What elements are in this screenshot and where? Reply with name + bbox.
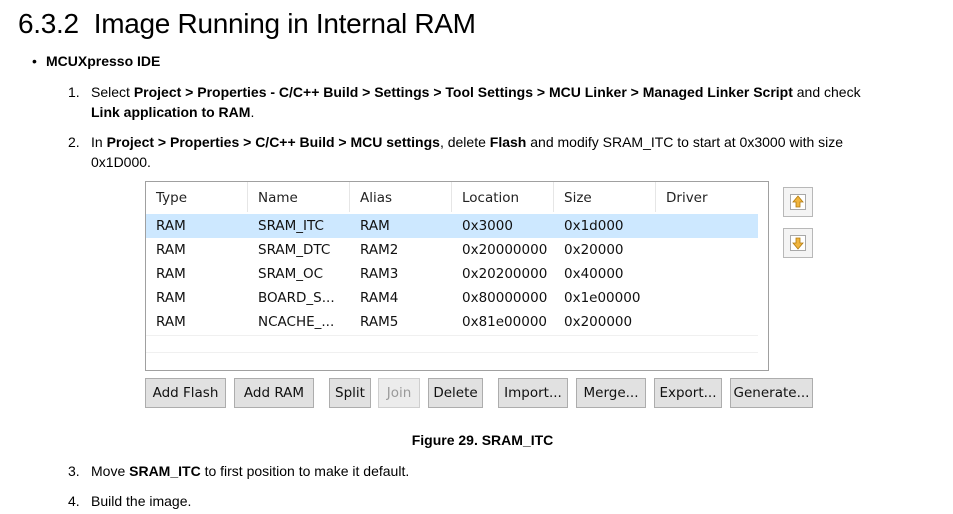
cell-type: RAM bbox=[156, 314, 186, 330]
section-title: Image Running in Internal RAM bbox=[93, 8, 476, 39]
cell-name: SRAM_DTC bbox=[258, 242, 331, 258]
menu-path: Project > Properties > C/C++ Build > MCU… bbox=[106, 134, 440, 150]
table-row[interactable]: RAM SRAM_DTC RAM2 0x20000000 0x20000 bbox=[146, 238, 758, 262]
cell-type: RAM bbox=[156, 242, 186, 258]
option-name: Flash bbox=[489, 134, 527, 150]
merge-button[interactable]: Merge... bbox=[576, 378, 646, 408]
option-name: Link application to RAM bbox=[91, 104, 251, 120]
cell-alias: RAM4 bbox=[360, 290, 399, 306]
column-header-size[interactable]: Size bbox=[564, 190, 592, 206]
step-number: 3. bbox=[68, 463, 80, 479]
step-text-part: Build the image. bbox=[91, 493, 192, 509]
cell-alias: RAM2 bbox=[360, 242, 399, 258]
step-number: 2. bbox=[68, 134, 80, 150]
column-divider[interactable] bbox=[553, 182, 554, 212]
column-divider[interactable] bbox=[655, 182, 656, 212]
move-up-icon bbox=[790, 194, 806, 210]
step-text-part: , delete bbox=[439, 134, 490, 150]
step-text-part: In bbox=[91, 134, 107, 150]
step-2: 2. In Project > Properties > C/C++ Build… bbox=[68, 132, 888, 172]
bullet-item: • MCUXpresso IDE bbox=[32, 53, 160, 69]
table-row[interactable]: RAM SRAM_OC RAM3 0x20200000 0x40000 bbox=[146, 262, 758, 286]
cell-location: 0x20200000 bbox=[462, 266, 548, 282]
table-scrollbar[interactable] bbox=[760, 182, 768, 368]
step-3: 3. Move SRAM_ITC to first position to ma… bbox=[68, 461, 888, 481]
cell-type: RAM bbox=[156, 266, 186, 282]
step-number: 1. bbox=[68, 84, 80, 100]
cell-size: 0x200000 bbox=[564, 314, 633, 330]
figure-caption: Figure 29. SRAM_ITC bbox=[411, 432, 554, 448]
section-heading: 6.3.2 Image Running in Internal RAM bbox=[18, 8, 476, 40]
cell-type: RAM bbox=[156, 290, 186, 306]
cell-type: RAM bbox=[156, 218, 186, 234]
table-header: Type Name Alias Location Size Driver bbox=[146, 182, 768, 212]
cell-location: 0x20000000 bbox=[462, 242, 548, 258]
step-text: Move SRAM_ITC to first position to make … bbox=[91, 461, 888, 481]
cell-location: 0x81e00000 bbox=[462, 314, 548, 330]
split-button[interactable]: Split bbox=[329, 378, 371, 408]
column-divider[interactable] bbox=[349, 182, 350, 212]
cell-name: NCACHE_... bbox=[258, 314, 335, 330]
option-name: SRAM_ITC bbox=[129, 463, 201, 479]
step-text-part: to first position to make it default. bbox=[200, 463, 410, 479]
cell-alias: RAM bbox=[360, 218, 390, 234]
step-text-part: Select bbox=[91, 84, 134, 100]
step-text: In Project > Properties > C/C++ Build > … bbox=[91, 132, 888, 172]
cell-size: 0x20000 bbox=[564, 242, 624, 258]
move-down-icon bbox=[790, 235, 806, 251]
row-divider bbox=[146, 352, 758, 353]
step-number: 4. bbox=[68, 493, 80, 509]
memory-table: Type Name Alias Location Size Driver RAM… bbox=[145, 181, 769, 371]
cell-name: SRAM_ITC bbox=[258, 218, 324, 234]
import-button[interactable]: Import... bbox=[498, 378, 568, 408]
table-row[interactable]: RAM BOARD_S... RAM4 0x80000000 0x1e00000 bbox=[146, 286, 758, 310]
column-header-name[interactable]: Name bbox=[258, 190, 298, 206]
cell-location: 0x3000 bbox=[462, 218, 513, 234]
column-divider[interactable] bbox=[247, 182, 248, 212]
cell-size: 0x1e00000 bbox=[564, 290, 641, 306]
column-header-driver[interactable]: Driver bbox=[666, 190, 708, 206]
row-divider bbox=[146, 335, 758, 336]
delete-button[interactable]: Delete bbox=[428, 378, 483, 408]
column-header-type[interactable]: Type bbox=[156, 190, 187, 206]
step-text-part: Move bbox=[91, 463, 130, 479]
step-1: 1. Select Project > Properties - C/C++ B… bbox=[68, 82, 888, 122]
step-text-part: . bbox=[250, 104, 255, 120]
cell-name: BOARD_S... bbox=[258, 290, 335, 306]
bullet-label: MCUXpresso IDE bbox=[46, 53, 161, 69]
cell-size: 0x1d000 bbox=[564, 218, 624, 234]
menu-path: Project > Properties - C/C++ Build > Set… bbox=[133, 84, 793, 100]
column-header-location[interactable]: Location bbox=[462, 190, 519, 206]
add-flash-button[interactable]: Add Flash bbox=[145, 378, 226, 408]
step-4: 4. Build the image. bbox=[68, 491, 888, 511]
cell-size: 0x40000 bbox=[564, 266, 624, 282]
step-text-part: and check bbox=[792, 84, 861, 100]
cell-location: 0x80000000 bbox=[462, 290, 548, 306]
table-row-selected[interactable]: RAM SRAM_ITC RAM 0x3000 0x1d000 bbox=[146, 214, 758, 238]
section-number: 6.3.2 bbox=[18, 8, 79, 39]
move-up-button[interactable] bbox=[783, 187, 813, 217]
step-text: Select Project > Properties - C/C++ Buil… bbox=[91, 82, 888, 122]
column-divider[interactable] bbox=[451, 182, 452, 212]
bullet-dot-icon: • bbox=[32, 53, 37, 69]
cell-name: SRAM_OC bbox=[258, 266, 324, 282]
export-button[interactable]: Export... bbox=[654, 378, 722, 408]
step-text: Build the image. bbox=[91, 491, 888, 511]
generate-button[interactable]: Generate... bbox=[730, 378, 813, 408]
join-button[interactable]: Join bbox=[378, 378, 420, 408]
column-header-alias[interactable]: Alias bbox=[360, 190, 392, 206]
add-ram-button[interactable]: Add RAM bbox=[234, 378, 314, 408]
table-row[interactable]: RAM NCACHE_... RAM5 0x81e00000 0x200000 bbox=[146, 310, 758, 334]
cell-alias: RAM5 bbox=[360, 314, 399, 330]
cell-alias: RAM3 bbox=[360, 266, 399, 282]
move-down-button[interactable] bbox=[783, 228, 813, 258]
